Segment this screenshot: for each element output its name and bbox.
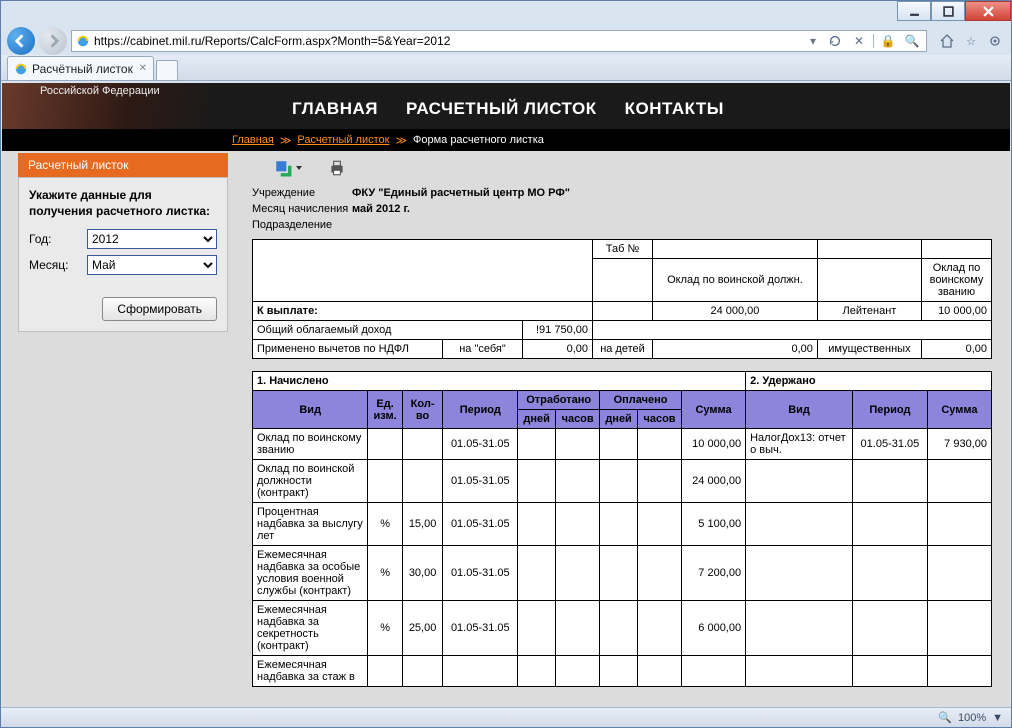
- export-icon[interactable]: [272, 158, 294, 178]
- tab-title: Расчётный листок: [32, 62, 133, 76]
- crumb-payslip[interactable]: Расчетный листок: [297, 134, 389, 146]
- table-row: Ежемесячная надбавка за стаж в: [253, 656, 992, 687]
- ie-icon: [14, 62, 28, 76]
- crumb-current: Форма расчетного листка: [413, 134, 544, 146]
- nav-contacts[interactable]: КОНТАКТЫ: [625, 99, 724, 119]
- dept-key: Подразделение: [252, 219, 352, 231]
- banner-subtitle: Российской Федерации: [40, 85, 160, 97]
- export-dropdown-icon[interactable]: [296, 166, 302, 170]
- zoom-icon[interactable]: 🔍: [938, 711, 952, 724]
- status-bar: 🔍 100% ▼: [1, 707, 1011, 727]
- breadcrumb: Главная ≫ Расчетный листок ≫ Форма расче…: [2, 129, 1010, 151]
- table-row: Ежемесячная надбавка за секретность (кон…: [253, 601, 992, 656]
- inst-key: Учреждение: [252, 187, 352, 199]
- month-key: Месяц начисления: [252, 203, 352, 215]
- accrual-table: 1. Начислено 2. Удержано Вид Ед. изм. Ко…: [252, 371, 992, 687]
- nav-home[interactable]: ГЛАВНАЯ: [292, 99, 378, 119]
- url-text: https://cabinet.mil.ru/Reports/CalcForm.…: [94, 34, 450, 48]
- year-select[interactable]: 2012: [87, 229, 217, 249]
- nav-back-button[interactable]: [7, 27, 35, 55]
- summary-table: Таб № Оклад по воинской должн. Оклад по …: [252, 239, 992, 359]
- close-tab-icon[interactable]: ✕: [137, 62, 149, 74]
- month-val: май 2012 г.: [352, 203, 410, 215]
- year-label: Год:: [29, 232, 79, 246]
- print-icon[interactable]: [326, 158, 348, 178]
- browser-tab[interactable]: Расчётный листок ✕: [7, 56, 154, 80]
- zoom-level: 100%: [958, 712, 986, 724]
- stop-icon[interactable]: ✕: [849, 31, 869, 51]
- month-select[interactable]: Май: [87, 255, 217, 275]
- site-banner: Российской Федерации ГЛАВНАЯ РАСЧЕТНЫЙ Л…: [2, 83, 1010, 129]
- home-icon[interactable]: [937, 31, 957, 51]
- refresh-icon[interactable]: [825, 31, 845, 51]
- table-row: Оклад по воинской должности (контракт)01…: [253, 460, 992, 503]
- window-maximize-button[interactable]: [931, 1, 965, 21]
- submit-button[interactable]: Сформировать: [102, 297, 217, 321]
- favorites-icon[interactable]: ☆: [961, 31, 981, 51]
- table-row: Оклад по воинскому званию01.05-31.0510 0…: [253, 429, 992, 460]
- url-dropdown-icon[interactable]: ▾: [805, 34, 821, 48]
- window-close-button[interactable]: [965, 1, 1011, 21]
- lock-icon: 🔒: [878, 31, 898, 51]
- nav-payslip[interactable]: РАСЧЕТНЫЙ ЛИСТОК: [406, 99, 597, 119]
- ie-icon: [76, 34, 90, 48]
- inst-val: ФКУ "Единый расчетный центр МО РФ": [352, 187, 570, 199]
- search-icon[interactable]: 🔍: [902, 31, 922, 51]
- crumb-home[interactable]: Главная: [232, 134, 274, 146]
- table-row: Ежемесячная надбавка за особые условия в…: [253, 546, 992, 601]
- address-bar[interactable]: https://cabinet.mil.ru/Reports/CalcForm.…: [71, 30, 927, 52]
- sidebar-prompt: Укажите данные для получения расчетного …: [29, 188, 217, 219]
- sidebar-header: Расчетный листок: [18, 153, 228, 177]
- window-minimize-button[interactable]: [897, 1, 931, 21]
- month-label: Месяц:: [29, 258, 79, 272]
- table-row: Процентная надбавка за выслугу лет%15,00…: [253, 503, 992, 546]
- tools-icon[interactable]: [985, 31, 1005, 51]
- new-tab-button[interactable]: [156, 60, 178, 80]
- nav-forward-button[interactable]: [39, 27, 67, 55]
